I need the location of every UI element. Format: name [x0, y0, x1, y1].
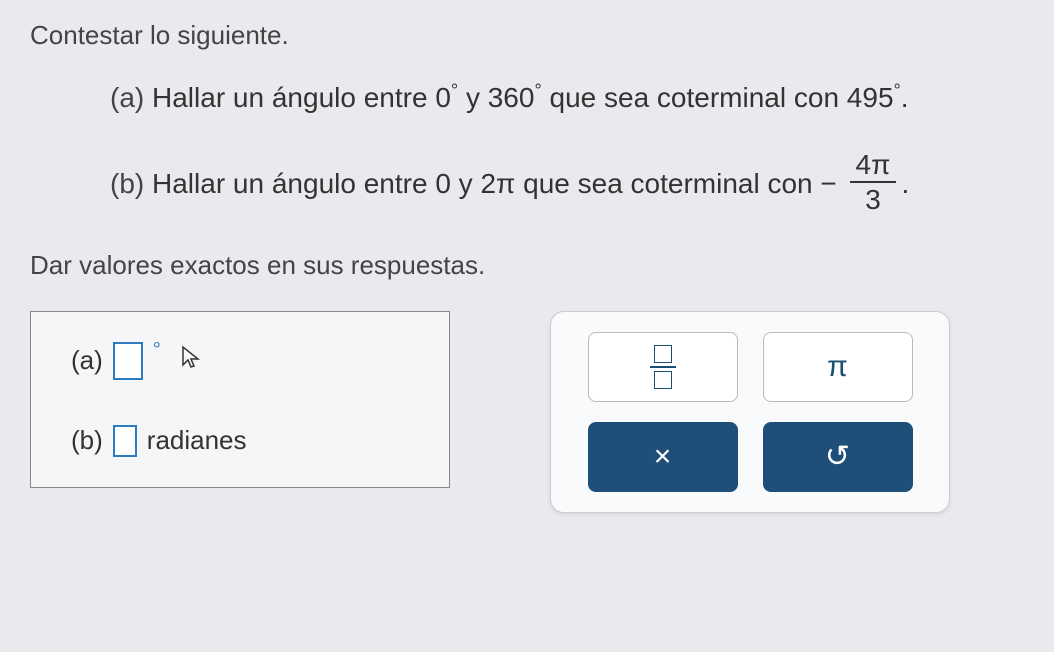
question-a: (a) Hallar un ángulo entre 0° y 360° que… [110, 76, 1024, 121]
question-a-range-end: 360 [488, 82, 535, 113]
toolbox: π × ↺ [550, 311, 950, 513]
degree-icon: ° [153, 339, 161, 362]
fraction-denominator: 3 [859, 183, 887, 217]
answer-b-unit: radianes [147, 425, 247, 456]
question-b-end: . [901, 168, 909, 199]
fraction-icon [650, 345, 676, 389]
question-a-end: . [901, 82, 909, 113]
pi-button[interactable]: π [763, 332, 913, 402]
toolbox-row-1: π [571, 332, 929, 402]
fraction: 4π 3 [850, 148, 897, 217]
answer-b-line: (b) radianes [71, 425, 409, 457]
degree-icon: ° [534, 81, 541, 101]
answer-b-input[interactable] [113, 425, 137, 457]
instruction-text: Contestar lo siguiente. [30, 20, 1024, 51]
answer-a-line: (a) ° [71, 342, 409, 380]
degree-icon: ° [894, 81, 901, 101]
question-a-range-start: 0 [435, 82, 451, 113]
pi-icon: π [827, 350, 848, 384]
answer-a-label: (a) [71, 345, 103, 376]
reset-button[interactable]: ↺ [763, 422, 913, 492]
question-a-text1: Hallar un ángulo entre [144, 82, 435, 113]
answer-a-input[interactable] [113, 342, 143, 380]
question-b-range-start: 0 [435, 168, 451, 199]
cursor-icon [181, 345, 201, 377]
question-b-text1: Hallar un ángulo entre [144, 168, 435, 199]
question-b-range-end: 2π [480, 168, 515, 199]
fraction-button[interactable] [588, 332, 738, 402]
hint-text: Dar valores exactos en sus respuestas. [30, 250, 1024, 281]
question-b-mid: y [451, 168, 481, 199]
question-b: (b) Hallar un ángulo entre 0 y 2π que se… [110, 151, 1024, 220]
question-a-value: 495 [847, 82, 894, 113]
answer-box: (a) ° (b) radianes [30, 311, 450, 488]
question-a-text2: que sea coterminal con [542, 82, 847, 113]
clear-button[interactable]: × [588, 422, 738, 492]
toolbox-row-2: × ↺ [571, 422, 929, 492]
questions-block: (a) Hallar un ángulo entre 0° y 360° que… [110, 76, 1024, 220]
bottom-row: (a) ° (b) radianes π [30, 311, 1024, 513]
answer-b-label: (b) [71, 425, 103, 456]
fraction-numerator: 4π [850, 148, 897, 184]
question-b-text2: que sea coterminal con [515, 168, 820, 199]
x-icon: × [654, 440, 672, 474]
minus-sign: − [820, 168, 836, 199]
undo-icon: ↺ [825, 439, 850, 474]
question-a-mid: y [458, 82, 488, 113]
question-a-label: (a) [110, 82, 144, 113]
question-b-label: (b) [110, 168, 144, 199]
